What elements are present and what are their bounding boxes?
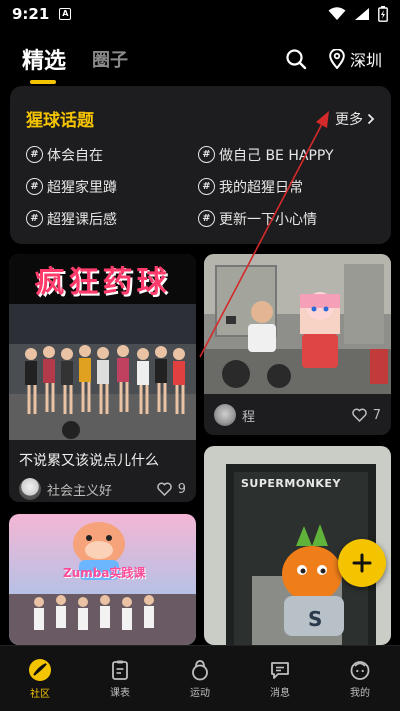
topic-item[interactable]: # 超猩课后感 bbox=[26, 207, 198, 230]
hashtag-icon: # bbox=[198, 210, 215, 227]
topic-item[interactable]: # 体会自在 bbox=[26, 143, 198, 166]
tab-circles[interactable]: 圈子 bbox=[92, 46, 128, 72]
nav-label: 课表 bbox=[110, 687, 130, 699]
wifi-icon bbox=[328, 7, 346, 20]
hashtag-icon: # bbox=[198, 178, 215, 195]
like-count: 9 bbox=[177, 481, 186, 497]
topic-header: 猩球话题 更多 bbox=[26, 106, 375, 131]
group-photo-illustration bbox=[9, 304, 196, 440]
clipboard-icon bbox=[112, 660, 128, 680]
nav-label: 运动 bbox=[190, 687, 210, 699]
topic-label: 更新一下小心情 bbox=[219, 211, 317, 228]
nav-messages[interactable]: 消息 bbox=[240, 646, 320, 711]
topic-item[interactable]: # 做自己 BE HAPPY bbox=[198, 143, 370, 166]
topic-label: 体会自在 bbox=[47, 147, 103, 164]
topic-label: 我的超猩日常 bbox=[219, 179, 303, 196]
topic-item[interactable]: # 更新一下小心情 bbox=[198, 207, 370, 230]
post-card[interactable]: Zumba实践课 bbox=[9, 514, 196, 645]
battery-icon bbox=[378, 6, 388, 22]
hashtag-icon: # bbox=[198, 146, 215, 163]
avatar[interactable] bbox=[19, 478, 41, 500]
post-photo bbox=[204, 254, 391, 394]
post-author: 程 bbox=[242, 409, 256, 425]
topic-label: 超猩家里蹲 bbox=[47, 179, 117, 196]
tab-active-indicator bbox=[30, 80, 56, 84]
status-time: 9:21 bbox=[12, 5, 50, 23]
nav-workout[interactable]: 运动 bbox=[160, 646, 240, 711]
location-pin-icon bbox=[329, 49, 345, 69]
post-sign-text: SUPERMONKEY bbox=[241, 477, 341, 490]
status-icons bbox=[328, 6, 388, 22]
topic-list: # 体会自在 # 做自己 BE HAPPY # 超猩家里蹲 # 我的超猩日常 # 超猩课后… bbox=[26, 143, 375, 230]
top-nav: 精选 圈子 深圳 bbox=[0, 36, 400, 84]
tab-featured-label: 精选 bbox=[22, 49, 67, 74]
status-bar: 9:21 A bbox=[0, 0, 400, 28]
hashtag-icon: # bbox=[26, 210, 43, 227]
post-banner: 疯狂药球 bbox=[9, 254, 196, 304]
nav-schedule[interactable]: 课表 bbox=[80, 646, 160, 711]
post-meta: 程 7 bbox=[204, 404, 391, 426]
post-meta: 社会主义好 9 bbox=[9, 478, 196, 500]
kettlebell-icon bbox=[192, 659, 208, 680]
topic-label: 做自己 BE HAPPY bbox=[219, 147, 334, 164]
location-selector[interactable]: 深圳 bbox=[329, 47, 382, 71]
like-button[interactable]: 7 bbox=[351, 407, 381, 423]
like-button[interactable]: 9 bbox=[156, 481, 186, 497]
post-photo: 疯狂药球 bbox=[9, 254, 196, 440]
post-banner-text: Zumba实践课 bbox=[63, 566, 146, 580]
post-author: 社会主义好 bbox=[47, 483, 113, 499]
post-card[interactable]: 程 7 bbox=[204, 254, 391, 435]
post-title: 不说累又该说点儿什么 bbox=[19, 453, 159, 469]
notification-icon: A bbox=[59, 8, 72, 20]
signal-icon bbox=[355, 8, 369, 20]
nav-label: 我的 bbox=[350, 687, 370, 699]
plus-icon bbox=[352, 553, 372, 573]
nav-label: 消息 bbox=[270, 687, 290, 699]
community-icon bbox=[29, 658, 51, 681]
topic-card: 猩球话题 更多 # 体会自在 # 做自己 BE HAPPY # 超猩家里蹲 # 我的超猩… bbox=[10, 86, 391, 244]
create-post-button[interactable] bbox=[338, 539, 386, 587]
topic-label: 超猩课后感 bbox=[47, 211, 117, 228]
profile-face-icon bbox=[350, 660, 370, 680]
location-label: 深圳 bbox=[349, 51, 382, 70]
tab-circles-label: 圈子 bbox=[92, 50, 129, 71]
topic-title: 猩球话题 bbox=[26, 111, 94, 131]
nav-actions: 深圳 bbox=[285, 47, 382, 71]
heart-icon bbox=[156, 482, 172, 496]
more-topics-button[interactable]: 更多 bbox=[335, 109, 375, 129]
topic-item[interactable]: # 超猩家里蹲 bbox=[26, 175, 198, 198]
nav-community[interactable]: 社区 bbox=[0, 646, 80, 711]
post-card[interactable]: 疯狂药球 不说累又该说点儿什么 社会主义好 9 bbox=[9, 254, 196, 502]
more-topics-label: 更多 bbox=[335, 111, 363, 128]
topic-item[interactable]: # 我的超猩日常 bbox=[198, 175, 370, 198]
post-banner-text: 疯狂药球 bbox=[34, 265, 171, 300]
chevron-right-icon bbox=[367, 113, 375, 124]
nav-profile[interactable]: 我的 bbox=[320, 646, 400, 711]
bottom-nav: 社区 课表 运动 消息 我的 bbox=[0, 645, 400, 711]
heart-icon bbox=[351, 408, 367, 422]
hashtag-icon: # bbox=[26, 146, 43, 163]
avatar[interactable] bbox=[214, 404, 236, 426]
message-icon bbox=[271, 661, 289, 679]
hashtag-icon: # bbox=[26, 178, 43, 195]
svg-text:S: S bbox=[308, 607, 322, 631]
like-count: 7 bbox=[372, 407, 381, 423]
search-icon[interactable] bbox=[285, 48, 307, 70]
nav-label: 社区 bbox=[30, 688, 50, 700]
tab-featured[interactable]: 精选 bbox=[22, 43, 67, 84]
